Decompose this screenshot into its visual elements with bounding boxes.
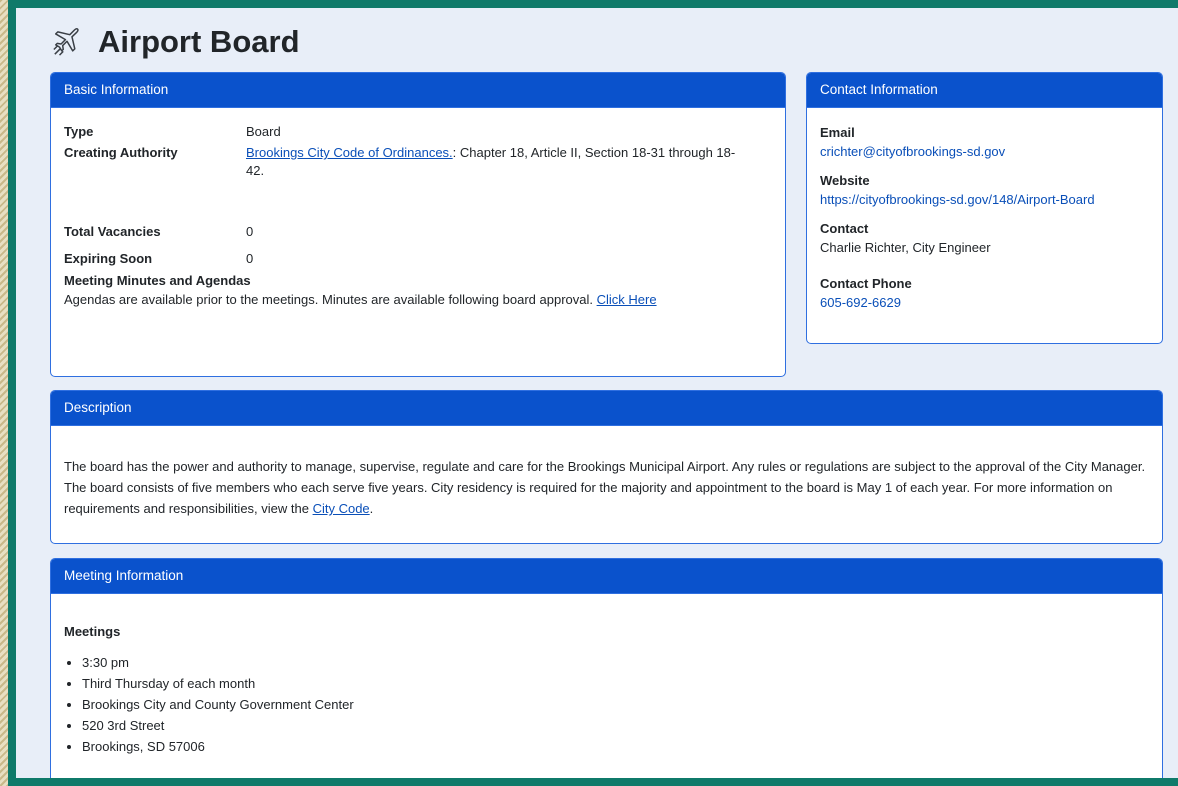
- expiring-soon-row: Expiring Soon 0: [64, 250, 772, 268]
- email-link[interactable]: crichter@cityofbrookings-sd.gov: [820, 144, 1005, 159]
- website-link[interactable]: https://cityofbrookings-sd.gov/148/Airpo…: [820, 192, 1095, 207]
- basic-information-card: Basic Information Type Board Creating Au…: [50, 72, 786, 377]
- description-header: Description: [51, 391, 1162, 426]
- basic-information-header: Basic Information: [51, 73, 785, 108]
- description-suffix: .: [369, 501, 374, 516]
- total-vacancies-row: Total Vacancies 0: [64, 223, 772, 241]
- meeting-minutes-text: Agendas are available prior to the meeti…: [64, 292, 597, 307]
- list-item: 520 3rd Street: [82, 715, 1149, 736]
- list-item: Brookings, SD 57006: [82, 736, 1149, 757]
- total-vacancies-label: Total Vacancies: [64, 224, 161, 239]
- meeting-minutes-label: Meeting Minutes and Agendas: [64, 273, 251, 288]
- meeting-information-header: Meeting Information: [51, 559, 1162, 594]
- creating-authority-row: Creating Authority Brookings City Code o…: [64, 144, 772, 180]
- airplane-icon: [52, 27, 82, 57]
- meetings-label: Meetings: [64, 624, 121, 639]
- contact-phone-label: Contact Phone: [820, 276, 912, 291]
- expiring-soon-value: 0: [246, 251, 254, 266]
- contact-value: Charlie Richter, City Engineer: [820, 240, 991, 255]
- list-item: Brookings City and County Government Cen…: [82, 694, 1149, 715]
- email-label: Email: [820, 125, 855, 140]
- city-code-ordinances-link[interactable]: Brookings City Code of Ordinances.: [246, 145, 453, 160]
- contact-information-header: Contact Information: [807, 73, 1162, 108]
- phone-link[interactable]: 605-692-6629: [820, 295, 901, 310]
- type-value: Board: [246, 124, 281, 139]
- creating-authority-label: Creating Authority: [64, 145, 178, 160]
- meeting-minutes-section: Meeting Minutes and Agendas Agendas are …: [64, 271, 772, 309]
- list-item: Third Thursday of each month: [82, 673, 1149, 694]
- website-label: Website: [820, 173, 870, 188]
- expiring-soon-label: Expiring Soon: [64, 251, 153, 266]
- contact-information-card: Contact Information Email crichter@cityo…: [806, 72, 1163, 344]
- meeting-information-card: Meeting Information Meetings 3:30 pm Thi…: [50, 558, 1163, 778]
- meeting-details-list: 3:30 pm Third Thursday of each month Bro…: [64, 652, 1149, 757]
- type-row: Type Board: [64, 123, 772, 141]
- total-vacancies-value: 0: [246, 224, 254, 239]
- description-text: The board has the power and authority to…: [64, 459, 1146, 516]
- page-title: Airport Board: [98, 24, 300, 59]
- type-label: Type: [64, 124, 94, 139]
- city-code-link[interactable]: City Code: [313, 501, 370, 516]
- click-here-link[interactable]: Click Here: [597, 292, 657, 307]
- board-page: Airport Board Basic Information Type Boa…: [16, 8, 1178, 778]
- contact-label: Contact: [820, 221, 869, 236]
- description-card: Description The board has the power and …: [50, 390, 1163, 544]
- title-row: Airport Board: [52, 16, 300, 68]
- list-item: 3:30 pm: [82, 652, 1149, 673]
